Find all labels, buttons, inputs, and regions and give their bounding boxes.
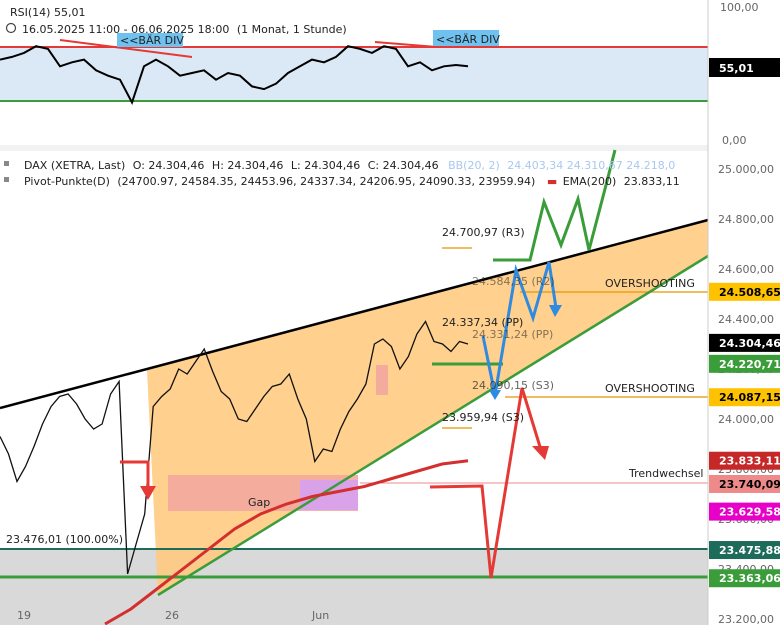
overshooting-label-2: OVERSHOOTING bbox=[605, 382, 695, 395]
legend-marker-icon bbox=[4, 161, 9, 166]
lower-support-zone bbox=[0, 549, 708, 625]
x-tick-jun: Jun bbox=[311, 609, 329, 622]
rsi-value-tag-text: 55,01 bbox=[719, 62, 754, 75]
price-tag-text: 24.087,15 bbox=[719, 391, 780, 404]
price-tag: 23.363,06 bbox=[709, 569, 780, 588]
rsi-annotation-2-text: <<BÄR DIV bbox=[436, 33, 500, 46]
price-tag: 24.508,65 bbox=[709, 282, 780, 301]
s3-left-label: 23.959,94 (S3) bbox=[442, 411, 524, 424]
clock-icon bbox=[5, 22, 17, 34]
x-tick-26: 26 bbox=[165, 609, 179, 622]
trendwechsel-label: Trendwechsel bbox=[628, 467, 703, 480]
retracement-label: 23.476,01 (100.00%) bbox=[6, 533, 123, 546]
panel-separator[interactable] bbox=[0, 145, 708, 151]
price-tag: 23.629,58 bbox=[709, 502, 780, 521]
s3-label: 24.090,15 (S3) bbox=[472, 379, 554, 392]
r2-label: 24.584,35 (R2) bbox=[472, 275, 555, 288]
small-gap-zone bbox=[376, 365, 388, 395]
price-tag-text: 24.220,71 bbox=[719, 358, 780, 371]
y-tick-label: 24.600,00 bbox=[718, 263, 774, 276]
right-axis: 100,00 0,00 55,01 25.000,00 24.800,00 24.6… bbox=[707, 0, 780, 625]
price-tag: 23.833,11 bbox=[709, 451, 780, 470]
rsi-annotation-2: <<BÄR DIV bbox=[433, 30, 500, 46]
legend: DAX (XETRA, Last) O: 24.304,46 H: 24.304… bbox=[4, 159, 680, 188]
red-arrowhead-right bbox=[532, 446, 549, 460]
price-tag-text: 23.363,06 bbox=[719, 572, 780, 585]
price-tag: 23.475,88 bbox=[709, 541, 780, 560]
main-panel: 24.700,97 (R3) 24.584,35 (R2) 24.337,34 … bbox=[0, 149, 709, 625]
chart-root: <<BÄR DIV <<BÄR DIV RSI(14) 55,01 16.05.… bbox=[0, 0, 780, 625]
price-tag-text: 24.304,46 bbox=[719, 337, 780, 350]
y-tick-label: 24.400,00 bbox=[718, 313, 774, 326]
rsi-axis-top: 100,00 bbox=[720, 1, 759, 14]
rsi-panel: <<BÄR DIV <<BÄR DIV RSI(14) 55,01 16.05.… bbox=[0, 6, 708, 106]
purple-zone bbox=[300, 480, 358, 510]
r3-label: 24.700,97 (R3) bbox=[442, 226, 525, 239]
price-tag: 23.740,09 bbox=[709, 474, 780, 493]
legend-line-1: DAX (XETRA, Last) O: 24.304,46 H: 24.304… bbox=[24, 159, 675, 172]
rsi-date-line: 16.05.2025 11:00 - 06.06.2025 18:00 (1 M… bbox=[22, 23, 347, 36]
x-tick-19: 19 bbox=[17, 609, 31, 622]
price-tag-text: 23.833,11 bbox=[719, 455, 780, 468]
rsi-axis-bottom: 0,00 bbox=[722, 134, 747, 147]
legend-line-2: Pivot-Punkte(D) (24700.97, 24584.35, 244… bbox=[24, 175, 680, 188]
rsi-title-line: RSI(14) 55,01 bbox=[10, 6, 85, 19]
pp-right-label: 24.331,24 (PP) bbox=[472, 328, 553, 341]
y-tick-label: 24.000,00 bbox=[718, 413, 774, 426]
price-tag-text: 24.508,65 bbox=[719, 286, 780, 299]
price-tag-text: 23.475,88 bbox=[719, 544, 780, 557]
price-tag: 24.220,71 bbox=[709, 354, 780, 373]
price-tag: 24.304,46 bbox=[709, 333, 780, 352]
legend-marker-icon bbox=[4, 177, 9, 182]
gap-label: Gap bbox=[248, 496, 270, 509]
price-tag: 24.087,15 bbox=[709, 388, 780, 407]
y-tick-label: 23.200,00 bbox=[718, 613, 774, 625]
overshooting-label-1: OVERSHOOTING bbox=[605, 277, 695, 290]
y-tick-label: 24.800,00 bbox=[718, 213, 774, 226]
price-tag-text: 23.740,09 bbox=[719, 478, 780, 491]
y-tick-label: 25.000,00 bbox=[718, 163, 774, 176]
price-tag-text: 23.629,58 bbox=[719, 506, 780, 519]
